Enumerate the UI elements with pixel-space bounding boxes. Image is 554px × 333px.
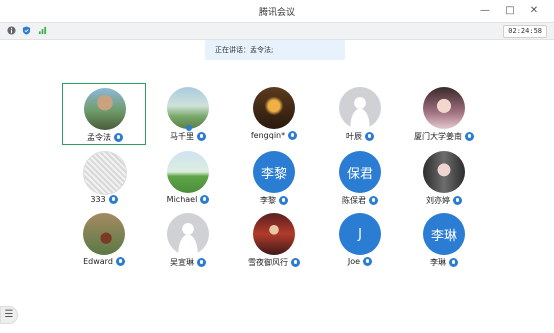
participant-name: 雪夜御风行	[248, 258, 288, 267]
participant-tile[interactable]: 叶辰	[318, 83, 402, 145]
microphone-icon[interactable]	[200, 195, 210, 204]
avatar[interactable]: 李琳	[423, 213, 465, 255]
avatar[interactable]	[167, 151, 209, 193]
microphone-icon[interactable]	[115, 257, 125, 266]
participant-tile[interactable]: Edward	[62, 209, 146, 271]
participant-name-row: Michael	[146, 195, 230, 204]
maximize-button[interactable]: □	[503, 4, 517, 18]
microphone-icon[interactable]	[197, 258, 206, 267]
microphone-icon[interactable]	[288, 131, 298, 140]
close-button[interactable]: ✕	[527, 4, 541, 18]
participant-tile[interactable]: 333	[62, 147, 146, 209]
microphone-icon[interactable]	[453, 196, 462, 205]
participant-name-row: 孟令法	[63, 132, 147, 143]
microphone-icon[interactable]	[197, 132, 206, 141]
participant-name: 刘亦婷	[426, 196, 450, 205]
participant-name: Joe	[347, 257, 361, 266]
avatar[interactable]	[83, 213, 125, 255]
participant-name: Michael	[166, 195, 198, 204]
participant-tile[interactable]: 刘亦婷	[402, 147, 486, 209]
participant-name-row: 李琳	[402, 257, 486, 268]
avatar[interactable]	[423, 151, 465, 193]
avatar[interactable]	[339, 87, 381, 129]
participant-tile[interactable]: Michael	[146, 147, 230, 209]
signal-icon[interactable]	[38, 26, 47, 35]
participant-name: 厦门大学姜南	[414, 132, 462, 141]
participant-tile[interactable]: 孟令法	[62, 83, 146, 145]
participant-name-row: fengqin*	[232, 131, 316, 140]
participant-name: 李黎	[260, 196, 276, 205]
avatar[interactable]	[167, 213, 209, 255]
info-icon[interactable]	[7, 26, 16, 35]
participant-name-row: 刘亦婷	[402, 195, 486, 206]
participant-tile[interactable]: 吴宣琳	[146, 209, 230, 271]
microphone-icon[interactable]	[363, 257, 373, 266]
avatar[interactable]	[423, 87, 465, 129]
avatar[interactable]	[167, 87, 209, 129]
participant-tile[interactable]: 保君 陈保君	[318, 147, 402, 209]
participant-name-row: 陈保君	[318, 195, 402, 206]
participant-name: Edward	[83, 257, 113, 266]
participant-name-row: Edward	[62, 257, 146, 266]
participant-tile[interactable]: 李琳 李琳	[402, 209, 486, 271]
participant-name: 孟令法	[87, 133, 111, 142]
participant-name: 333	[90, 195, 106, 204]
avatar[interactable]	[253, 87, 295, 129]
title-bar: 腾讯会议 — □ ✕	[0, 0, 554, 22]
participant-name: 陈保君	[342, 196, 366, 205]
shield-icon[interactable]	[22, 26, 31, 35]
participant-tile[interactable]: J Joe	[318, 209, 402, 271]
participant-tile[interactable]: 雪夜御风行	[232, 209, 316, 271]
participant-name-row: 叶辰	[318, 131, 402, 142]
window-title: 腾讯会议	[258, 8, 295, 18]
status-bar: 02:24:58	[0, 22, 554, 40]
avatar[interactable]	[253, 213, 295, 255]
participant-name: 李琳	[430, 258, 446, 267]
participant-name-row: 雪夜御风行	[232, 257, 316, 268]
participant-name: 叶辰	[346, 132, 362, 141]
minimize-button[interactable]: —	[478, 4, 492, 18]
microphone-icon[interactable]	[449, 258, 458, 267]
microphone-icon[interactable]	[365, 132, 374, 141]
avatar[interactable]: J	[339, 213, 381, 255]
avatar[interactable]	[83, 151, 127, 195]
participant-name-row: 马千里	[146, 131, 230, 142]
avatar[interactable]: 保君	[339, 151, 381, 193]
participant-tile[interactable]: fengqin*	[232, 83, 316, 145]
meeting-timer: 02:24:58	[503, 25, 547, 38]
participant-name-row: 333	[62, 195, 146, 204]
participant-name: fengqin*	[250, 131, 286, 140]
microphone-icon[interactable]	[465, 132, 474, 141]
speaking-banner: 正在讲话：孟令法;	[205, 40, 345, 60]
microphone-icon[interactable]	[291, 258, 300, 267]
microphone-icon[interactable]	[114, 133, 123, 142]
participant-name-row: Joe	[318, 257, 402, 266]
participant-name-row: 李黎	[232, 195, 316, 206]
microphone-icon[interactable]	[108, 195, 118, 204]
participant-tile[interactable]: 李黎 李黎	[232, 147, 316, 209]
microphone-icon[interactable]	[279, 196, 288, 205]
participant-name-row: 吴宣琳	[146, 257, 230, 268]
avatar[interactable]	[84, 88, 126, 130]
participant-list-button[interactable]: ☰	[0, 306, 18, 324]
participant-name: 吴宣琳	[170, 258, 194, 267]
avatar[interactable]: 李黎	[253, 151, 295, 193]
participant-name-row: 厦门大学姜南	[402, 131, 486, 142]
microphone-icon[interactable]	[369, 196, 378, 205]
participant-name: 马千里	[170, 132, 194, 141]
participant-tile[interactable]: 马千里	[146, 83, 230, 145]
participant-tile[interactable]: 厦门大学姜南	[402, 83, 486, 145]
